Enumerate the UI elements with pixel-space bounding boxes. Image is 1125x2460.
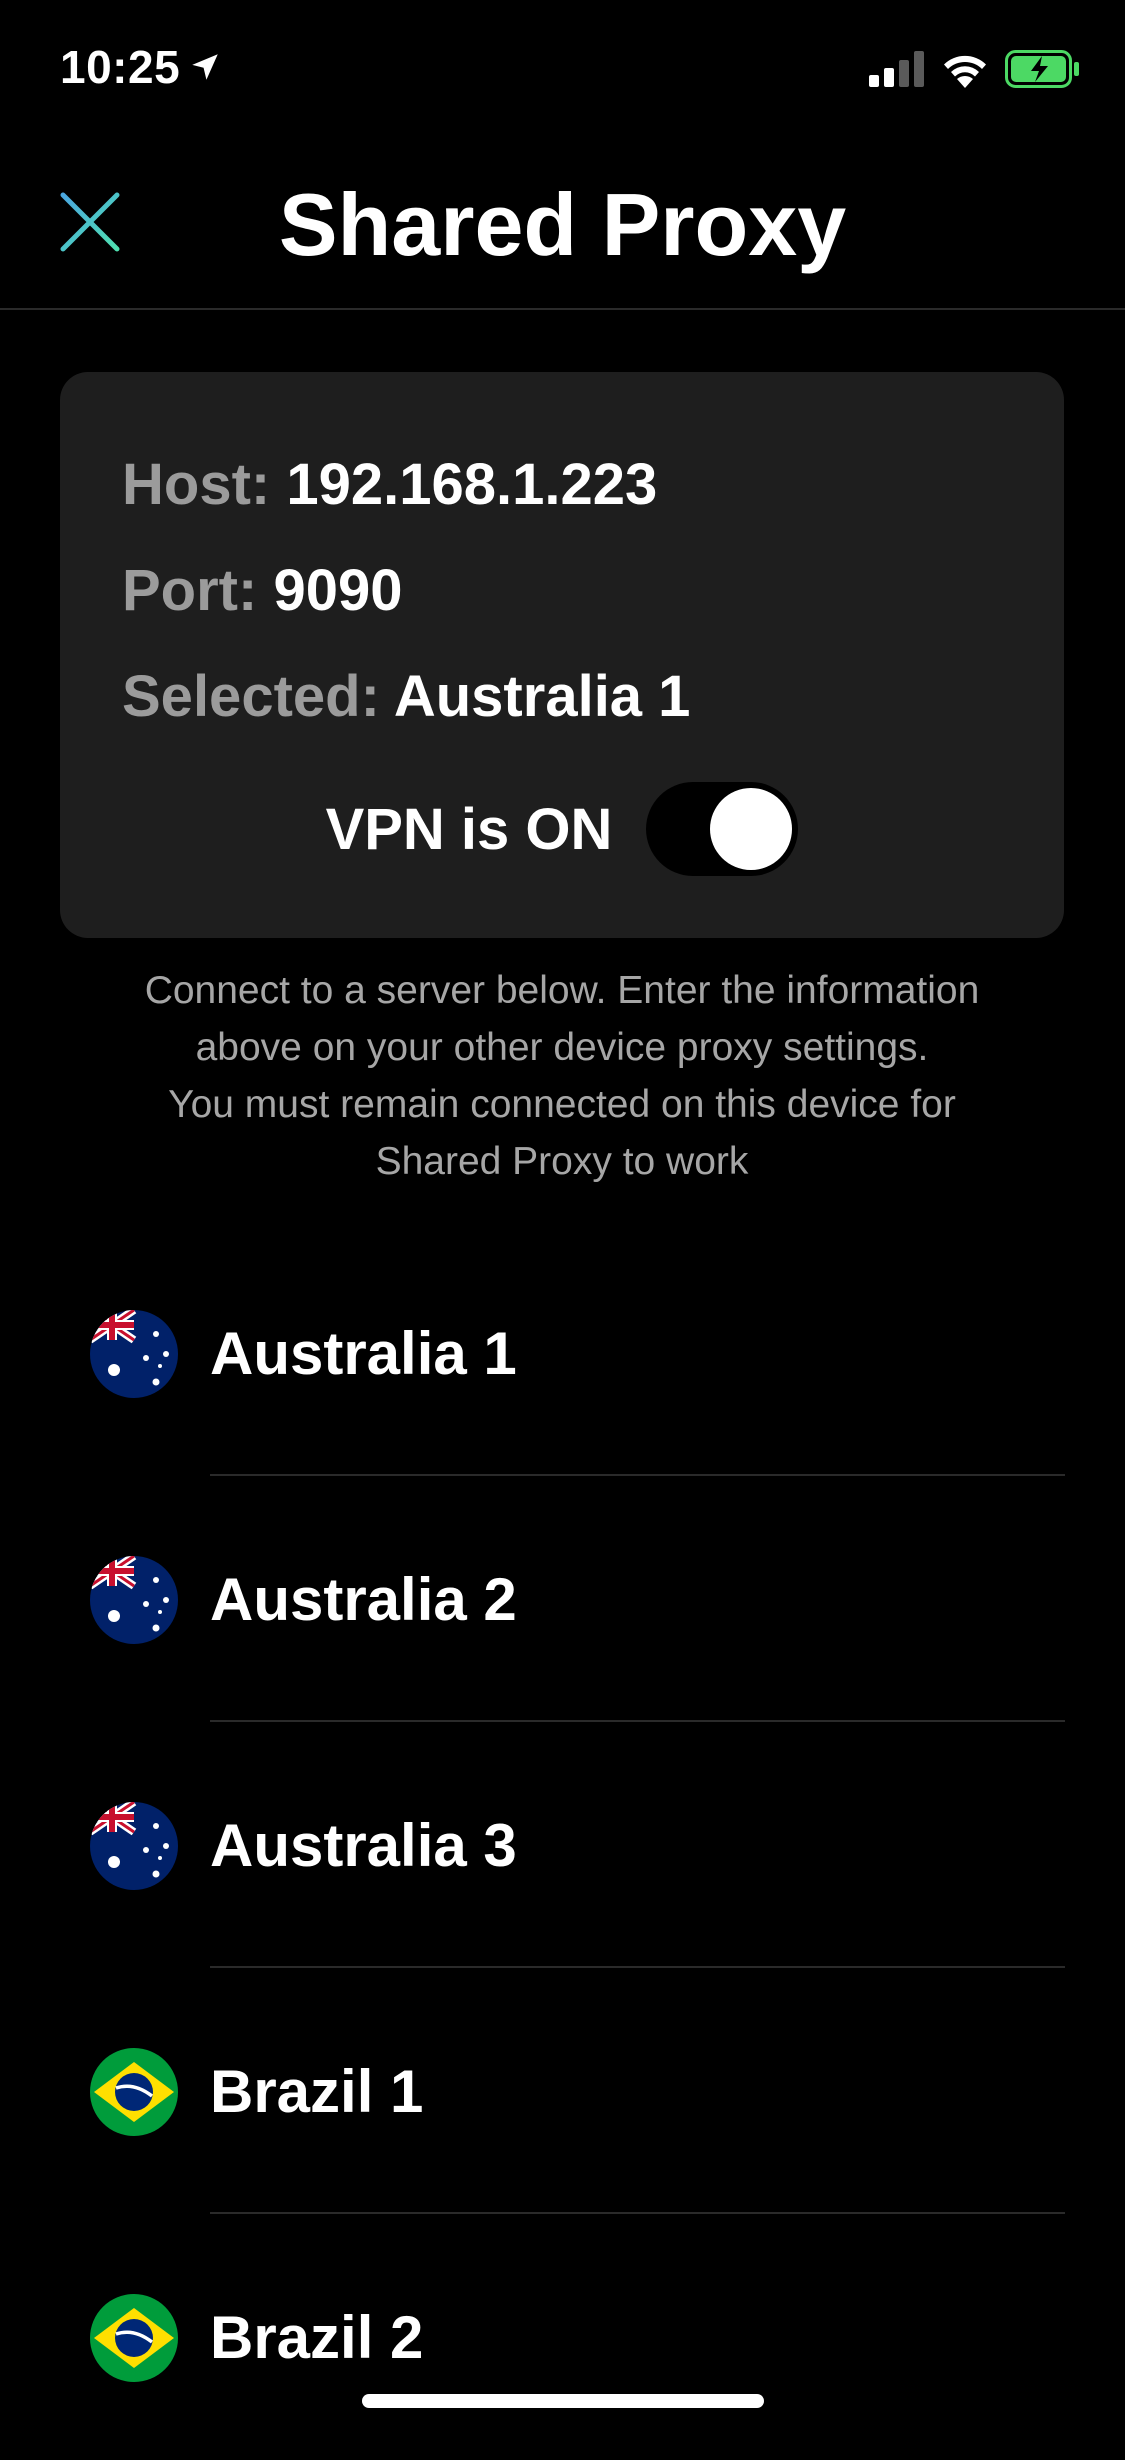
host-label: Host: — [122, 452, 271, 517]
vpn-status-label: VPN is ON — [325, 796, 613, 862]
brazil-flag-icon — [90, 2048, 178, 2136]
page-title: Shared Proxy — [278, 175, 847, 274]
server-name: Brazil 2 — [210, 2304, 424, 2371]
helper-line: above on your other device proxy setting… — [195, 1026, 929, 1069]
battery-charging-icon — [1005, 50, 1079, 88]
helper-line: You must remain connected on this device… — [168, 1083, 956, 1126]
port-value: 9090 — [273, 558, 403, 623]
server-row-brazil-2[interactable]: Brazil 2 — [0, 2214, 1125, 2460]
wifi-icon — [944, 55, 986, 88]
helper-line: Connect to a server below. Enter the inf… — [144, 969, 980, 1012]
brazil-flag-icon — [90, 2294, 178, 2382]
port-label: Port: — [122, 558, 258, 623]
australia-flag-icon — [90, 1556, 178, 1644]
server-name: Australia 1 — [210, 1320, 517, 1387]
host-value: 192.168.1.223 — [286, 452, 658, 517]
vpn-toggle[interactable] — [646, 782, 799, 876]
server-name: Brazil 1 — [210, 2058, 424, 2125]
australia-flag-icon — [90, 1310, 178, 1398]
status-icons — [869, 50, 1081, 88]
australia-flag-icon — [90, 1802, 178, 1890]
status-bar: 10:25 — [0, 0, 1125, 140]
status-time-text: 10:25 — [60, 41, 181, 93]
selected-value: Australia 1 — [393, 664, 691, 729]
server-row-australia-2[interactable]: Australia 2 — [0, 1476, 1125, 1722]
server-row-australia-3[interactable]: Australia 3 — [0, 1722, 1125, 1968]
proxy-info-card: Host: 192.168.1.223 Port: 9090 Selected:… — [60, 372, 1064, 938]
vpn-row: VPN is ON — [60, 782, 1064, 876]
host-row: Host: 192.168.1.223 — [122, 432, 1002, 538]
nav-bar: Shared Proxy — [0, 140, 1125, 310]
server-name: Australia 3 — [210, 1812, 517, 1879]
location-arrow-icon — [192, 54, 218, 80]
port-row: Port: 9090 — [122, 538, 1002, 644]
server-list: Australia 1 Australia 2 Australia 3 Braz… — [0, 1230, 1125, 2460]
selected-row: Selected: Australia 1 — [122, 644, 1002, 750]
server-row-australia-1[interactable]: Australia 1 — [0, 1230, 1125, 1476]
helper-line: Shared Proxy to work — [375, 1140, 749, 1183]
status-time: 10:25 — [60, 40, 222, 94]
selected-label: Selected: — [122, 664, 380, 729]
server-name: Australia 2 — [210, 1566, 517, 1633]
home-indicator[interactable] — [362, 2394, 764, 2408]
server-row-brazil-1[interactable]: Brazil 1 — [0, 1968, 1125, 2214]
vpn-toggle-knob — [710, 788, 793, 870]
cellular-signal-icon — [869, 51, 924, 87]
helper-text: Connect to a server below. Enter the inf… — [60, 962, 1064, 1190]
